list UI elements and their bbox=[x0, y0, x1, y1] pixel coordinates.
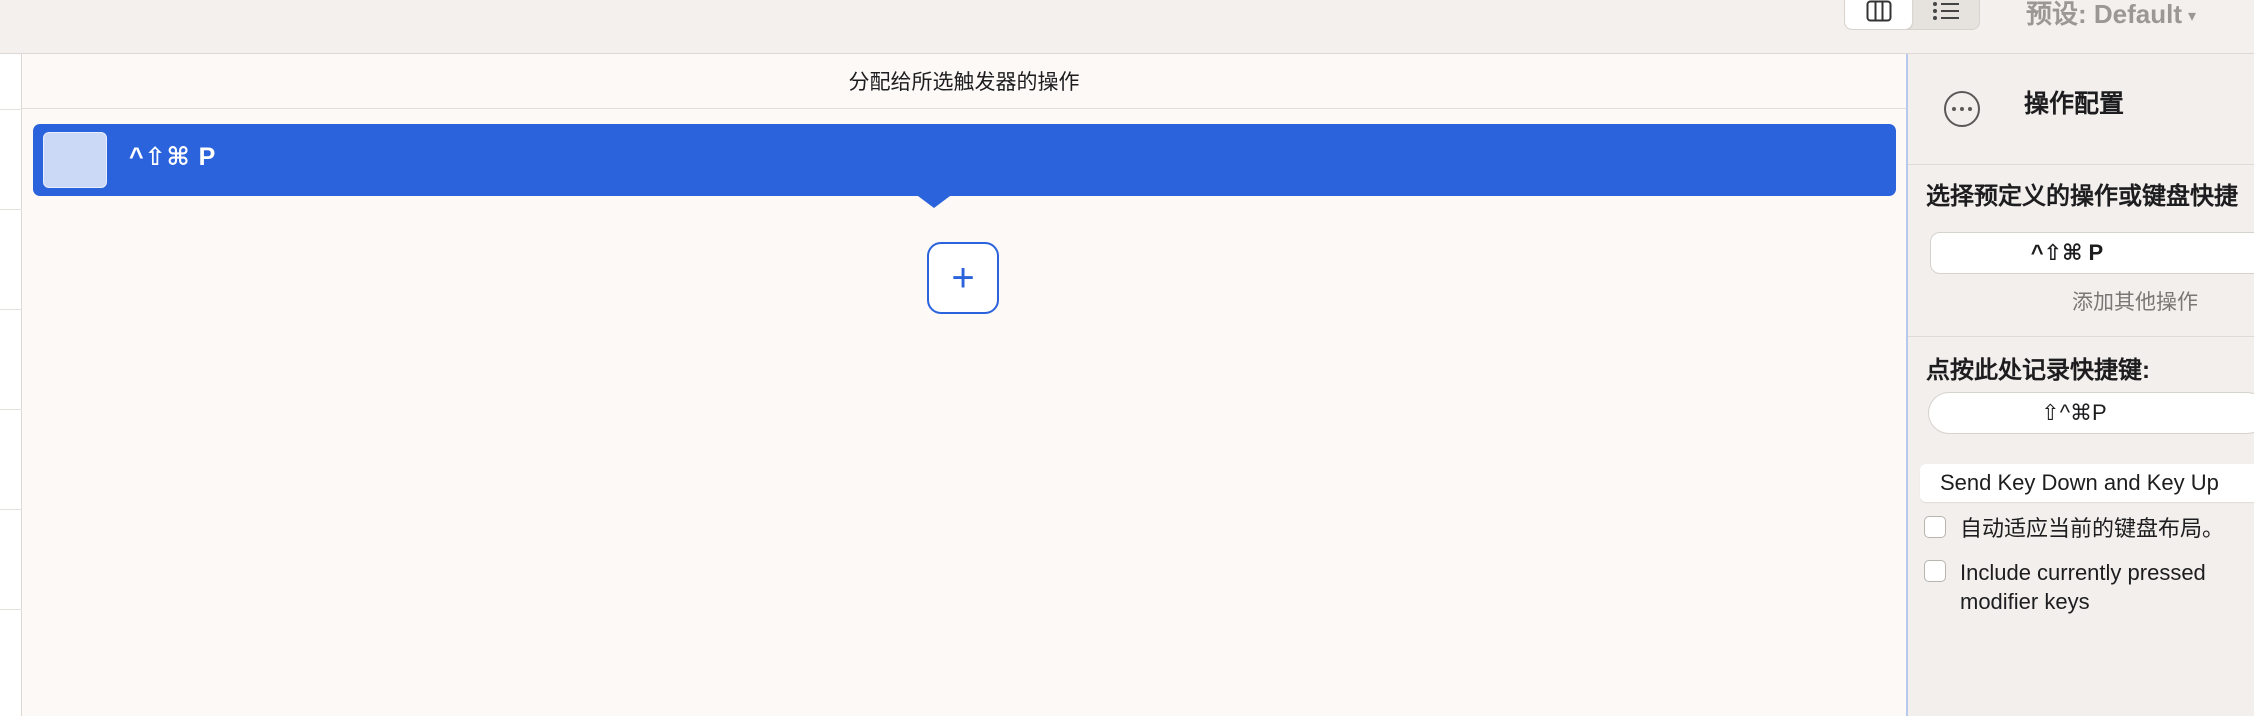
add-action-button[interactable]: + bbox=[927, 242, 999, 314]
columns-icon bbox=[1866, 0, 1891, 22]
preset-dropdown[interactable]: 预设: Default ▾ bbox=[2026, 0, 2196, 31]
left-panel-edge bbox=[0, 54, 22, 716]
inspector-header: 操作配置 bbox=[1908, 54, 2254, 164]
row-divider bbox=[0, 209, 22, 210]
include-modifiers-option: Include currently pressed modifier keys bbox=[1924, 558, 2254, 616]
row-divider bbox=[0, 109, 22, 110]
row-divider bbox=[0, 509, 22, 510]
action-row-selected[interactable]: ^⇧⌘ P bbox=[33, 124, 1896, 196]
include-modifiers-checkbox[interactable] bbox=[1924, 560, 1946, 582]
send-mode-select[interactable]: Send Key Down and Key Up bbox=[1920, 464, 2254, 502]
record-shortcut-field[interactable]: ⇧^⌘P bbox=[1928, 392, 2254, 434]
plus-icon: + bbox=[951, 256, 975, 300]
divider bbox=[1908, 336, 2254, 337]
auto-layout-option: 自动适应当前的键盘布局。 bbox=[1924, 514, 2254, 543]
chevron-down-icon: ▾ bbox=[2188, 8, 2197, 26]
action-inspector: 操作配置 选择预定义的操作或键盘快捷 ^⇧⌘ P 添加其他操作 点按此处记录快捷… bbox=[1908, 54, 2254, 716]
view-toggle bbox=[1844, 0, 1980, 30]
more-options-icon[interactable] bbox=[1944, 91, 1980, 127]
list-view-button[interactable] bbox=[1912, 0, 1979, 29]
selection-notch bbox=[918, 196, 950, 208]
preset-label: 预设: Default bbox=[2026, 0, 2183, 29]
inspector-title: 操作配置 bbox=[2024, 90, 2125, 118]
columns-view-button[interactable] bbox=[1845, 0, 1912, 29]
record-shortcut-label: 点按此处记录快捷键: bbox=[1926, 357, 2150, 384]
actions-header: 分配给所选触发器的操作 bbox=[22, 54, 1906, 109]
app-window: 预设: Default ▾ 分配给所选触发器的操作 ^⇧⌘ P + 操作配置 选择… bbox=[0, 0, 2254, 716]
action-icon-placeholder bbox=[43, 132, 107, 188]
toolbar: 预设: Default ▾ bbox=[0, 0, 2254, 54]
row-divider bbox=[0, 409, 22, 410]
auto-layout-checkbox[interactable] bbox=[1924, 516, 1946, 538]
row-divider bbox=[0, 609, 22, 610]
predefined-action-label: 选择预定义的操作或键盘快捷 bbox=[1926, 183, 2238, 210]
auto-layout-label: 自动适应当前的键盘布局。 bbox=[1960, 516, 2225, 541]
row-divider bbox=[0, 309, 22, 310]
action-shortcut-label: ^⇧⌘ P bbox=[129, 143, 217, 171]
predefined-action-button[interactable]: ^⇧⌘ P bbox=[1930, 232, 2254, 274]
divider bbox=[1908, 164, 2254, 165]
include-modifiers-label: Include currently pressed modifier keys bbox=[1960, 560, 2206, 614]
list-icon bbox=[1932, 2, 1959, 20]
add-other-action-link[interactable]: 添加其他操作 bbox=[2072, 286, 2198, 316]
